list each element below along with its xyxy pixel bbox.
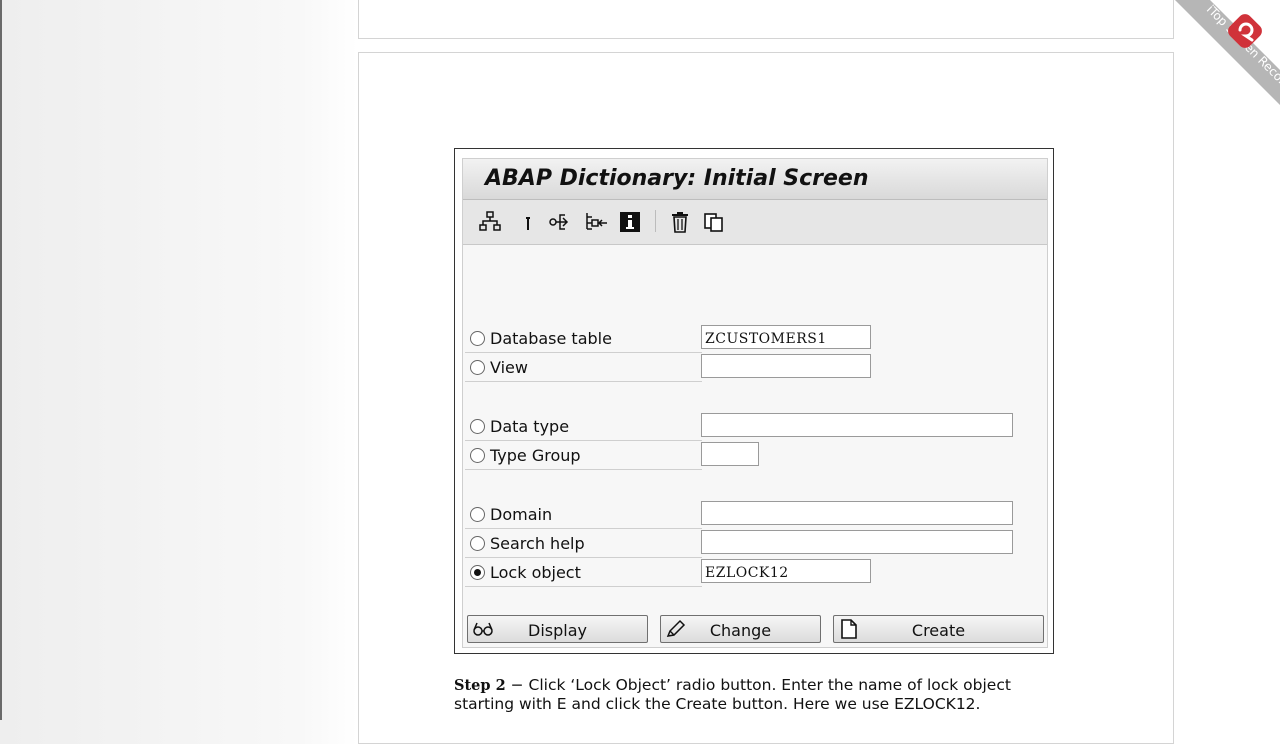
pin-icon[interactable] [515, 209, 541, 235]
radio-type-group[interactable] [470, 448, 485, 463]
toolbar-separator [655, 210, 656, 232]
row-divider [465, 352, 702, 353]
transport-icon[interactable] [583, 209, 609, 235]
row-divider [465, 586, 702, 587]
object-type-row-data-type: Data type [465, 413, 1045, 441]
radio-data-type[interactable] [470, 419, 485, 434]
label-data-type: Data type [490, 417, 570, 436]
view-input[interactable] [701, 354, 871, 378]
label-type-group: Type Group [490, 446, 581, 465]
step-text: − Click ‘Lock Object’ radio button. Ente… [454, 676, 1011, 713]
object-type-row-domain: Domain [465, 501, 1045, 529]
application-toolbar [463, 200, 1047, 245]
step-number: Step 2 [454, 677, 506, 694]
search-help-input[interactable] [701, 530, 1013, 554]
recorder-watermark: iTop Screen Recorder [1140, 0, 1280, 140]
lock-object-input[interactable] [701, 559, 871, 583]
label-lock-object: Lock object [490, 563, 581, 582]
create-button[interactable]: Create [833, 615, 1044, 643]
recorder-logo-icon [1228, 14, 1262, 48]
object-type-row-database-table: Database table [465, 325, 1045, 353]
change-button-label: Change [709, 621, 772, 640]
database-table-input[interactable] [701, 325, 871, 349]
radio-lock-object[interactable] [470, 565, 485, 580]
change-button[interactable]: Change [660, 615, 821, 643]
usage-icon[interactable] [547, 209, 573, 235]
step-caption: Step 2 − Click ‘Lock Object’ radio butto… [454, 676, 1074, 713]
object-type-row-type-group: Type Group [465, 442, 1045, 470]
title-bar: ABAP Dictionary: Initial Screen [463, 159, 1047, 200]
type-group-input[interactable] [701, 442, 759, 466]
domain-input[interactable] [701, 501, 1013, 525]
object-type-row-lock-object: Lock object [465, 559, 1045, 587]
sap-window: ABAP Dictionary: Initial Screen Database… [462, 158, 1048, 648]
info-icon[interactable] [617, 209, 643, 235]
copy-icon[interactable] [701, 209, 727, 235]
object-type-row-view: View [465, 354, 1045, 382]
radio-database-table[interactable] [470, 331, 485, 346]
row-divider [465, 528, 702, 529]
row-divider [465, 381, 702, 382]
label-domain: Domain [490, 505, 553, 524]
create-button-label: Create [911, 621, 966, 640]
object-type-row-search-help: Search help [465, 530, 1045, 558]
label-database-table: Database table [490, 329, 612, 348]
radio-view[interactable] [470, 360, 485, 375]
hierarchy-icon[interactable] [477, 209, 503, 235]
delete-icon[interactable] [667, 209, 693, 235]
previous-content-card [358, 0, 1174, 39]
label-search-help: Search help [490, 534, 585, 553]
sap-screenshot: ABAP Dictionary: Initial Screen Database… [454, 148, 1054, 654]
label-view: View [490, 358, 528, 377]
row-divider [465, 440, 702, 441]
page-title: ABAP Dictionary: Initial Screen [485, 166, 869, 191]
data-type-input[interactable] [701, 413, 1013, 437]
row-divider [465, 557, 702, 558]
row-divider [465, 469, 702, 470]
display-button[interactable]: Display [467, 615, 648, 643]
radio-domain[interactable] [470, 507, 485, 522]
window-edge [0, 0, 2, 720]
display-button-label: Display [528, 621, 587, 640]
radio-search-help[interactable] [470, 536, 485, 551]
